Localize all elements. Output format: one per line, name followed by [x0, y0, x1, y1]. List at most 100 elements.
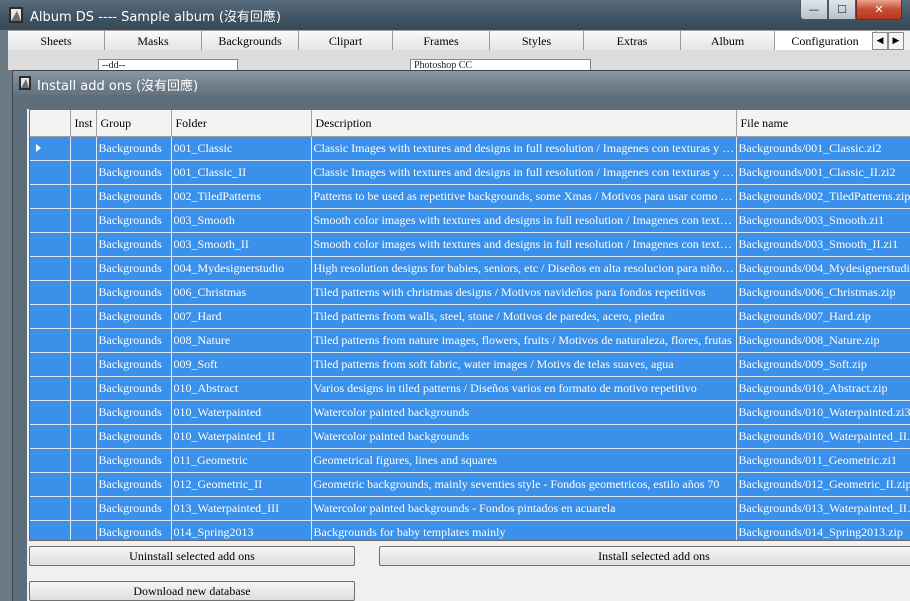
column-header-file-name[interactable]: File name	[736, 110, 910, 137]
inst-cell[interactable]	[70, 232, 97, 257]
row-header[interactable]	[30, 208, 71, 233]
row-header[interactable]	[30, 376, 71, 401]
inst-cell[interactable]	[70, 328, 97, 353]
file-name-cell[interactable]: Backgrounds/010_Waterpainted_II.zi	[736, 424, 910, 449]
folder-cell[interactable]: 004_Mydesignerstudio	[171, 256, 312, 281]
uninstall-selected-button[interactable]: Uninstall selected add ons	[29, 546, 355, 566]
group-cell[interactable]: Backgrounds	[96, 400, 172, 425]
description-cell[interactable]: Geometric backgrounds, mainly seventies …	[311, 472, 737, 497]
table-row[interactable]: Backgrounds 008_Nature Tiled patterns from…	[30, 328, 910, 353]
description-cell[interactable]: Smooth color images with textures and de…	[311, 232, 737, 257]
group-cell[interactable]: Backgrounds	[96, 136, 172, 161]
folder-cell[interactable]: 001_Classic_II	[171, 160, 312, 185]
file-name-cell[interactable]: Backgrounds/003_Smooth.zi1	[736, 208, 910, 233]
description-cell[interactable]: Classic Images with textures and designs…	[311, 136, 737, 161]
folder-cell[interactable]: 003_Smooth	[171, 208, 312, 233]
table-row[interactable]: Backgrounds 006_Christmas Tiled patterns w…	[30, 280, 910, 305]
row-header[interactable]	[30, 424, 71, 449]
table-row[interactable]: Backgrounds 007_Hard Tiled patterns from w…	[30, 304, 910, 329]
inst-cell[interactable]	[70, 256, 97, 281]
row-header[interactable]	[30, 328, 71, 353]
row-header[interactable]	[30, 184, 71, 209]
folder-cell[interactable]: 008_Nature	[171, 328, 312, 353]
folder-cell[interactable]: 014_Spring2013	[171, 520, 312, 540]
file-name-cell[interactable]: Backgrounds/010_Abstract.zip	[736, 376, 910, 401]
tab-masks[interactable]: Masks	[105, 31, 202, 51]
column-header-inst[interactable]: Inst	[70, 110, 97, 137]
file-name-cell[interactable]: Backgrounds/007_Hard.zip	[736, 304, 910, 329]
group-cell[interactable]: Backgrounds	[96, 304, 172, 329]
table-row[interactable]: Backgrounds 003_Smooth Smooth color images…	[30, 208, 910, 233]
row-header[interactable]	[30, 280, 71, 305]
folder-cell[interactable]: 001_Classic	[171, 136, 312, 161]
tab-frames[interactable]: Frames	[393, 31, 490, 51]
install-selected-button[interactable]: Install selected add ons	[379, 546, 910, 566]
description-cell[interactable]: Tiled patterns from nature images, flowe…	[311, 328, 737, 353]
file-name-cell[interactable]: Backgrounds/006_Christmas.zip	[736, 280, 910, 305]
group-cell[interactable]: Backgrounds	[96, 448, 172, 473]
inst-cell[interactable]	[70, 136, 97, 161]
folder-cell[interactable]: 011_Geometric	[171, 448, 312, 473]
table-row[interactable]: Backgrounds 010_Waterpainted_II Watercolor…	[30, 424, 910, 449]
group-cell[interactable]: Backgrounds	[96, 376, 172, 401]
table-row[interactable]: Backgrounds 010_Abstract Varios designs in…	[30, 376, 910, 401]
inst-cell[interactable]	[70, 472, 97, 497]
description-cell[interactable]: Watercolor painted backgrounds	[311, 400, 737, 425]
file-name-cell[interactable]: Backgrounds/013_Waterpainted_III.zi	[736, 496, 910, 521]
dialog-titlebar[interactable]: Install add ons (沒有回應)	[13, 71, 910, 95]
inst-cell[interactable]	[70, 448, 97, 473]
tab-clipart[interactable]: Clipart	[299, 31, 393, 51]
file-name-cell[interactable]: Backgrounds/001_Classic.zi2	[736, 136, 910, 161]
inst-cell[interactable]	[70, 352, 97, 377]
folder-cell[interactable]: 006_Christmas	[171, 280, 312, 305]
inst-cell[interactable]	[70, 424, 97, 449]
group-cell[interactable]: Backgrounds	[96, 472, 172, 497]
column-header-description[interactable]: Description	[311, 110, 737, 137]
inst-cell[interactable]	[70, 376, 97, 401]
table-row[interactable]: Backgrounds 001_Classic_II Classic Images …	[30, 160, 910, 185]
inst-cell[interactable]	[70, 400, 97, 425]
tab-styles[interactable]: Styles	[490, 31, 584, 51]
inst-cell[interactable]	[70, 520, 97, 540]
table-row[interactable]: Backgrounds 012_Geometric_II Geometric bac…	[30, 472, 910, 497]
tab-configuration[interactable]: Configuration	[775, 31, 876, 51]
folder-cell[interactable]: 010_Waterpainted_II	[171, 424, 312, 449]
row-header[interactable]	[30, 136, 71, 161]
file-name-cell[interactable]: Backgrounds/009_Soft.zip	[736, 352, 910, 377]
description-cell[interactable]: Smooth color images with textures and de…	[311, 208, 737, 233]
row-header[interactable]	[30, 304, 71, 329]
folder-cell[interactable]: 007_Hard	[171, 304, 312, 329]
minimize-button[interactable]: —	[800, 0, 828, 20]
inst-cell[interactable]	[70, 160, 97, 185]
row-header[interactable]	[30, 352, 71, 377]
group-cell[interactable]: Backgrounds	[96, 232, 172, 257]
folder-cell[interactable]: 010_Abstract	[171, 376, 312, 401]
inst-cell[interactable]	[70, 208, 97, 233]
tab-album[interactable]: Album	[681, 31, 775, 51]
row-header[interactable]	[30, 160, 71, 185]
folder-cell[interactable]: 012_Geometric_II	[171, 472, 312, 497]
row-header[interactable]	[30, 448, 71, 473]
folder-cell[interactable]: 009_Soft	[171, 352, 312, 377]
folder-cell[interactable]: 010_Waterpainted	[171, 400, 312, 425]
file-name-cell[interactable]: Backgrounds/012_Geometric_II.zip	[736, 472, 910, 497]
tab-backgrounds[interactable]: Backgrounds	[202, 31, 299, 51]
inst-cell[interactable]	[70, 184, 97, 209]
file-name-cell[interactable]: Backgrounds/003_Smooth_II.zi1	[736, 232, 910, 257]
description-cell[interactable]: Tiled patterns from soft fabric, water i…	[311, 352, 737, 377]
file-name-cell[interactable]: Backgrounds/002_TiledPatterns.zip	[736, 184, 910, 209]
folder-cell[interactable]: 002_TiledPatterns	[171, 184, 312, 209]
tab-sheets[interactable]: Sheets	[8, 31, 105, 51]
row-header[interactable]	[30, 496, 71, 521]
row-header[interactable]	[30, 256, 71, 281]
group-cell[interactable]: Backgrounds	[96, 184, 172, 209]
description-cell[interactable]: High resolution designs for babies, seni…	[311, 256, 737, 281]
main-titlebar[interactable]: Album DS ---- Sample album (沒有回應) — ☐ ✕	[0, 0, 910, 30]
maximize-button[interactable]: ☐	[828, 0, 856, 20]
group-cell[interactable]: Backgrounds	[96, 352, 172, 377]
inst-cell[interactable]	[70, 304, 97, 329]
tab-extras[interactable]: Extras	[584, 31, 681, 51]
group-cell[interactable]: Backgrounds	[96, 256, 172, 281]
description-cell[interactable]: Watercolor painted backgrounds	[311, 424, 737, 449]
table-row[interactable]: Backgrounds 014_Spring2013 Backgrounds for…	[30, 520, 910, 540]
